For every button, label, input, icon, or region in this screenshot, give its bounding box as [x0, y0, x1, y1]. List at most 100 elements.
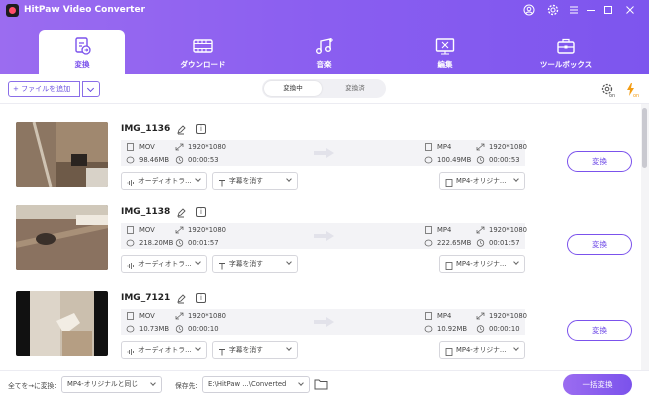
app-title: HitPaw Video Converter [24, 5, 145, 15]
output-format-dropdown[interactable]: MP4-オリジナ... [439, 172, 525, 190]
edit-screen-icon [434, 36, 456, 56]
output-format-dropdown[interactable]: MP4-オリジナ... [439, 255, 525, 273]
close-icon[interactable] [623, 4, 637, 18]
tab-toolbox-label: ツールボックス [539, 60, 593, 69]
src-resolution-value: 1920*1080 [188, 225, 226, 234]
tab-music[interactable]: 音楽 [281, 30, 367, 74]
save-path-value: E:\HitPaw ...\Converted [208, 380, 287, 388]
dst-format: MP4 [424, 223, 451, 236]
convert-button[interactable]: 変換 [567, 151, 632, 172]
clock-icon [175, 324, 184, 333]
file-name: IMG_7121 [121, 293, 171, 303]
dst-size-value: 100.49MB [437, 155, 472, 164]
svg-text:on: on [609, 93, 615, 98]
info-icon[interactable]: i [196, 124, 206, 134]
src-format-value: MOV [139, 311, 155, 320]
src-resolution: 1920*1080 [175, 223, 226, 236]
title-bar: HitPaw Video Converter [0, 0, 649, 22]
file-icon [424, 225, 433, 234]
settings-icon[interactable] [546, 4, 560, 18]
src-duration: 00:00:53 [175, 153, 219, 166]
subtitle-label: 字幕を消す [229, 177, 263, 185]
file-icon [126, 142, 135, 151]
minimize-icon[interactable] [584, 4, 598, 18]
dst-format: MP4 [424, 140, 451, 153]
dst-size-value: 10.92MB [437, 324, 467, 333]
tab-download[interactable]: ダウンロード [160, 30, 246, 74]
scrollbar-thumb[interactable] [642, 108, 647, 168]
hardware-accel-icon[interactable]: on [600, 82, 616, 99]
clock-icon [476, 324, 485, 333]
tab-converting[interactable]: 変換中 [264, 81, 322, 96]
dst-resolution-value: 1920*1080 [489, 225, 527, 234]
rename-pencil-icon[interactable] [176, 208, 186, 218]
clock-icon [175, 238, 184, 247]
src-resolution: 1920*1080 [175, 309, 226, 322]
clock-icon [476, 238, 485, 247]
dst-size: 222.65MB [424, 236, 471, 249]
chevron-down-icon [286, 259, 292, 265]
src-size-value: 10.73MB [139, 324, 169, 333]
subtitle-dropdown[interactable]: 字幕を消す [212, 172, 298, 190]
convert-arrow-icon [313, 147, 335, 159]
menu-icon[interactable] [567, 4, 581, 18]
info-icon[interactable]: i [196, 207, 206, 217]
chevron-down-icon [195, 176, 201, 182]
convert-all-format-select[interactable]: MP4-オリジナルと同じ [61, 376, 162, 393]
video-thumbnail[interactable] [16, 205, 108, 270]
audio-track-dropdown[interactable]: オーディオトラ... [121, 341, 207, 359]
add-file-dropdown[interactable] [82, 81, 100, 97]
clock-icon [476, 155, 485, 164]
chevron-down-icon [513, 176, 519, 182]
subtitle-dropdown[interactable]: 字幕を消す [212, 341, 298, 359]
convert-button[interactable]: 変換 [567, 234, 632, 255]
folder-icon[interactable] [314, 378, 328, 390]
chevron-down-icon [195, 259, 201, 265]
tab-converted[interactable]: 変換済 [326, 81, 384, 96]
output-format-dropdown[interactable]: MP4-オリジナ... [439, 341, 525, 359]
src-format: MOV [126, 309, 155, 322]
file-icon [424, 311, 433, 320]
src-size: 10.73MB [126, 322, 169, 335]
audio-track-dropdown[interactable]: オーディオトラ... [121, 255, 207, 273]
video-thumbnail[interactable] [16, 291, 108, 356]
status-segment: 変換中 変換済 [262, 79, 386, 98]
lightning-boost-icon[interactable]: on [624, 82, 640, 99]
disk-icon [424, 325, 433, 333]
audio-track-label: オーディオトラ... [138, 177, 192, 185]
info-icon[interactable]: i [196, 293, 206, 303]
rename-pencil-icon[interactable] [176, 125, 186, 135]
save-path-select[interactable]: E:\HitPaw ...\Converted [202, 376, 310, 393]
file-list: IMG_1136 i MOV 1920*1080 98.46MB 00:00:5… [0, 104, 641, 370]
audio-track-dropdown[interactable]: オーディオトラ... [121, 172, 207, 190]
maximize-icon[interactable] [601, 4, 615, 18]
account-icon[interactable] [522, 4, 536, 18]
dst-duration-value: 00:00:10 [489, 324, 520, 333]
audio-track-label: オーディオトラ... [138, 346, 192, 354]
dst-duration: 00:00:53 [476, 153, 520, 166]
file-name: IMG_1136 [121, 124, 171, 134]
tab-edit[interactable]: 編集 [402, 30, 488, 74]
add-file-button[interactable]: + ファイルを追加 [8, 81, 80, 97]
tab-toolbox[interactable]: ツールボックス [523, 30, 609, 74]
video-thumbnail[interactable] [16, 122, 108, 187]
convert-all-format-value: MP4-オリジナルと同じ [67, 380, 139, 388]
subtitle-dropdown[interactable]: 字幕を消す [212, 255, 298, 273]
convert-all-to-label: 全てを→に変換: [8, 382, 57, 390]
file-icon [424, 142, 433, 151]
convert-button[interactable]: 変換 [567, 320, 632, 341]
convert-arrow-icon [313, 316, 335, 328]
dst-resolution: 1920*1080 [476, 223, 527, 236]
src-duration: 00:00:10 [175, 322, 219, 335]
dst-size: 10.92MB [424, 322, 467, 335]
chevron-down-icon [286, 345, 292, 351]
rename-pencil-icon[interactable] [176, 294, 186, 304]
tab-convert[interactable]: 変換 [39, 30, 125, 74]
output-format-label: MP4-オリジナ... [456, 260, 507, 268]
tab-music-label: 音楽 [316, 60, 332, 69]
convert-icon [71, 36, 93, 56]
chevron-down-icon [286, 176, 292, 182]
file-item: IMG_1138 i MOV 1920*1080 218.20MB 00:01:… [0, 195, 641, 281]
convert-all-button[interactable]: 一括変換 [563, 374, 632, 395]
chevron-down-icon [195, 345, 201, 351]
